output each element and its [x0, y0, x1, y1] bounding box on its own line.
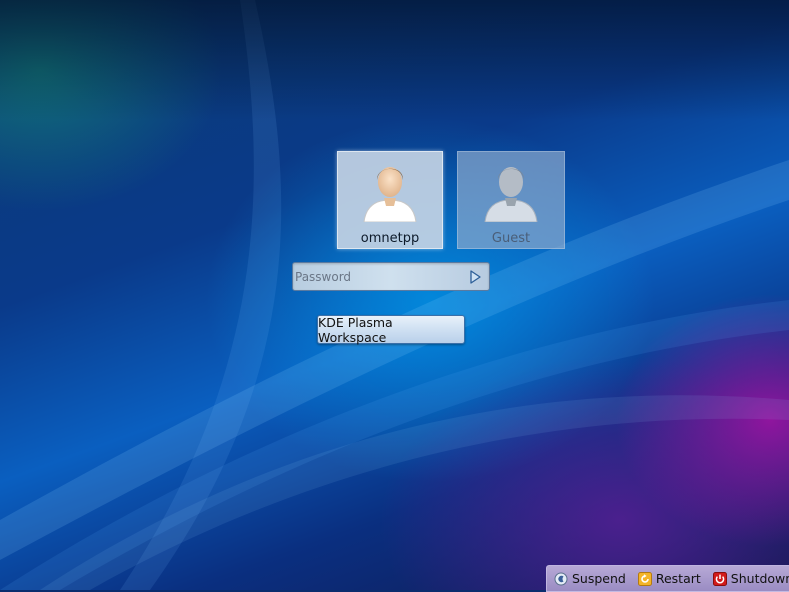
password-field [292, 262, 490, 291]
user-avatar-icon [363, 167, 417, 222]
restart-button[interactable]: Restart [637, 571, 701, 586]
password-input[interactable] [295, 265, 461, 288]
restart-icon [637, 571, 652, 586]
session-select-button[interactable]: KDE Plasma Workspace [317, 315, 465, 345]
login-arrow-icon[interactable] [464, 266, 486, 287]
power-bar: Suspend Restart Shutdown [546, 565, 789, 592]
shutdown-label: Shutdown [730, 571, 789, 586]
user-tile-guest[interactable]: Guest [457, 151, 565, 249]
user-avatar-icon [484, 167, 538, 222]
user-name-label: Guest [491, 231, 531, 246]
shutdown-button[interactable]: Shutdown [712, 571, 789, 586]
suspend-button[interactable]: Suspend [554, 571, 626, 586]
desktop-wallpaper [0, 0, 789, 590]
restart-label: Restart [655, 571, 701, 586]
suspend-icon [554, 572, 568, 586]
suspend-label: Suspend [572, 571, 626, 586]
user-name-label: omnetpp [360, 231, 420, 246]
user-tile-omnetpp[interactable]: omnetpp [337, 151, 443, 249]
shutdown-icon [712, 571, 727, 586]
